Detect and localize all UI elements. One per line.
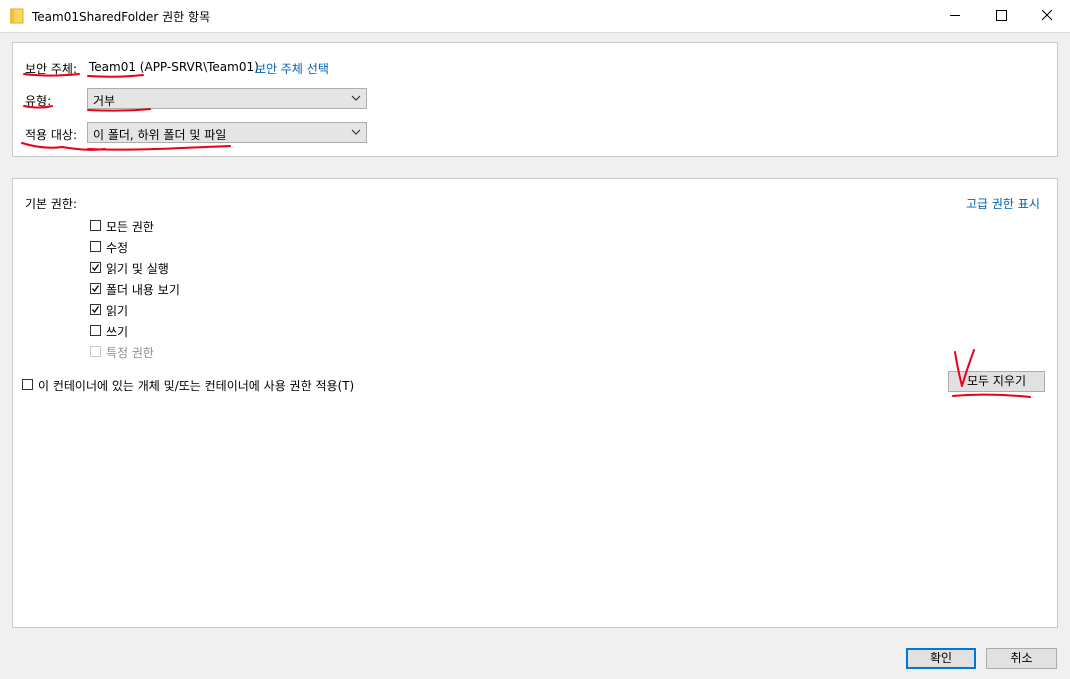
applies-to-select[interactable]: 이 폴더, 하위 폴더 및 파일 (87, 122, 367, 143)
permission-label: 읽기 (106, 304, 129, 318)
ok-button[interactable]: 확인 (906, 648, 976, 669)
checkmark-icon (91, 306, 100, 314)
permission-label: 읽기 및 실행 (106, 262, 169, 276)
permission-label: 모든 권한 (106, 220, 154, 234)
basic-permissions-heading: 기본 권한: (25, 197, 78, 211)
minimize-icon (950, 15, 960, 16)
apply-to-container-label: 이 컨테이너에 있는 개체 및/또는 컨테이너에 사용 권한 적용(T) (38, 379, 355, 393)
principal-value: Team01 (APP-SRVR\Team01) (89, 60, 259, 74)
chevron-down-icon (351, 129, 361, 135)
checkbox[interactable] (90, 220, 101, 231)
cancel-button[interactable]: 취소 (986, 648, 1057, 669)
permission-label: 폴더 내용 보기 (106, 283, 180, 297)
checkmark-icon (91, 285, 100, 293)
checkbox[interactable] (22, 379, 33, 390)
checkmark-icon (91, 264, 100, 272)
title-bar: Team01SharedFolder 권한 항목 (0, 0, 1070, 33)
checkbox[interactable] (90, 304, 101, 315)
principal-label: 보안 주체: (25, 62, 78, 76)
type-select[interactable]: 거부 (87, 88, 367, 109)
checkbox[interactable] (90, 283, 101, 294)
permission-label: 특정 권한 (106, 346, 154, 360)
minimize-button[interactable] (932, 0, 978, 31)
clear-all-button[interactable]: 모두 지우기 (948, 371, 1045, 392)
close-icon (1041, 9, 1053, 21)
maximize-button[interactable] (978, 0, 1024, 31)
applies-to-select-value: 이 폴더, 하위 폴더 및 파일 (93, 128, 227, 142)
folder-icon (10, 8, 24, 24)
checkbox[interactable] (90, 325, 101, 336)
select-principal-link[interactable]: 보안 주체 선택 (255, 60, 329, 77)
window-title: Team01SharedFolder 권한 항목 (32, 10, 211, 24)
close-button[interactable] (1024, 0, 1070, 31)
permission-label: 수정 (106, 241, 129, 255)
type-label: 유형: (25, 94, 52, 108)
checkbox (90, 346, 101, 357)
type-select-value: 거부 (93, 94, 116, 108)
permissions-panel: 기본 권한: 고급 권한 표시 모든 권한 수정 읽기 및 실행 폴더 내용 보… (12, 178, 1058, 628)
permission-label: 쓰기 (106, 325, 129, 339)
maximize-icon (996, 10, 1007, 21)
checkbox[interactable] (90, 241, 101, 252)
chevron-down-icon (351, 95, 361, 101)
show-advanced-permissions-link[interactable]: 고급 권한 표시 (966, 195, 1040, 212)
checkbox[interactable] (90, 262, 101, 273)
applies-to-label: 적용 대상: (25, 128, 78, 142)
principal-panel: 보안 주체: Team01 (APP-SRVR\Team01) 보안 주체 선택… (12, 42, 1058, 157)
